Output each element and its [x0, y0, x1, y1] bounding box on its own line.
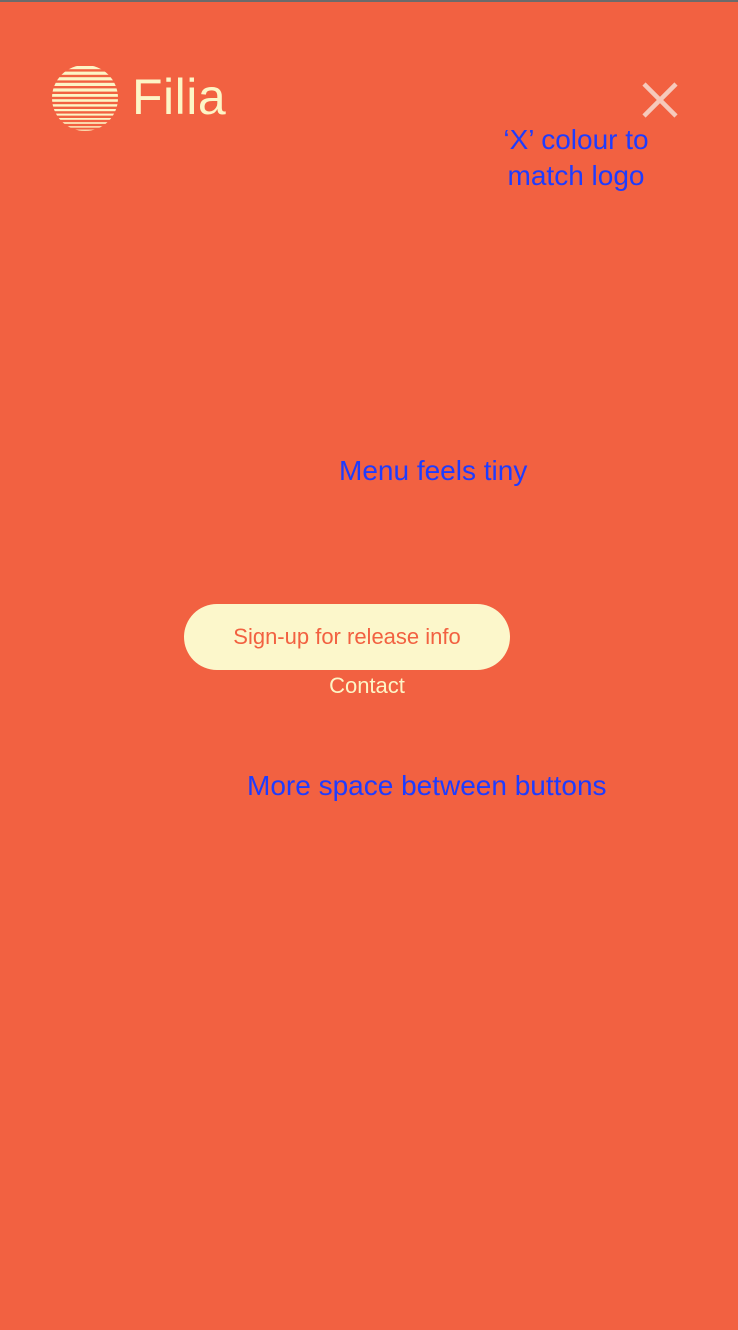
window-top-edge — [0, 0, 738, 2]
close-menu-button[interactable] — [638, 78, 682, 122]
annotation-x-colour: ‘X’ colour to match logo — [503, 124, 649, 191]
contact-link[interactable]: Contact — [267, 672, 467, 700]
brand-logo[interactable]: Filia — [52, 64, 226, 132]
annotation-menu-size: Menu feels tiny — [339, 455, 528, 486]
signup-release-info-button[interactable]: Sign-up for release info — [184, 604, 510, 670]
annotation-button-spacing: More space between buttons — [247, 770, 607, 801]
close-icon — [642, 82, 678, 118]
brand-name: Filia — [132, 69, 227, 125]
striped-sun-icon — [52, 66, 118, 131]
